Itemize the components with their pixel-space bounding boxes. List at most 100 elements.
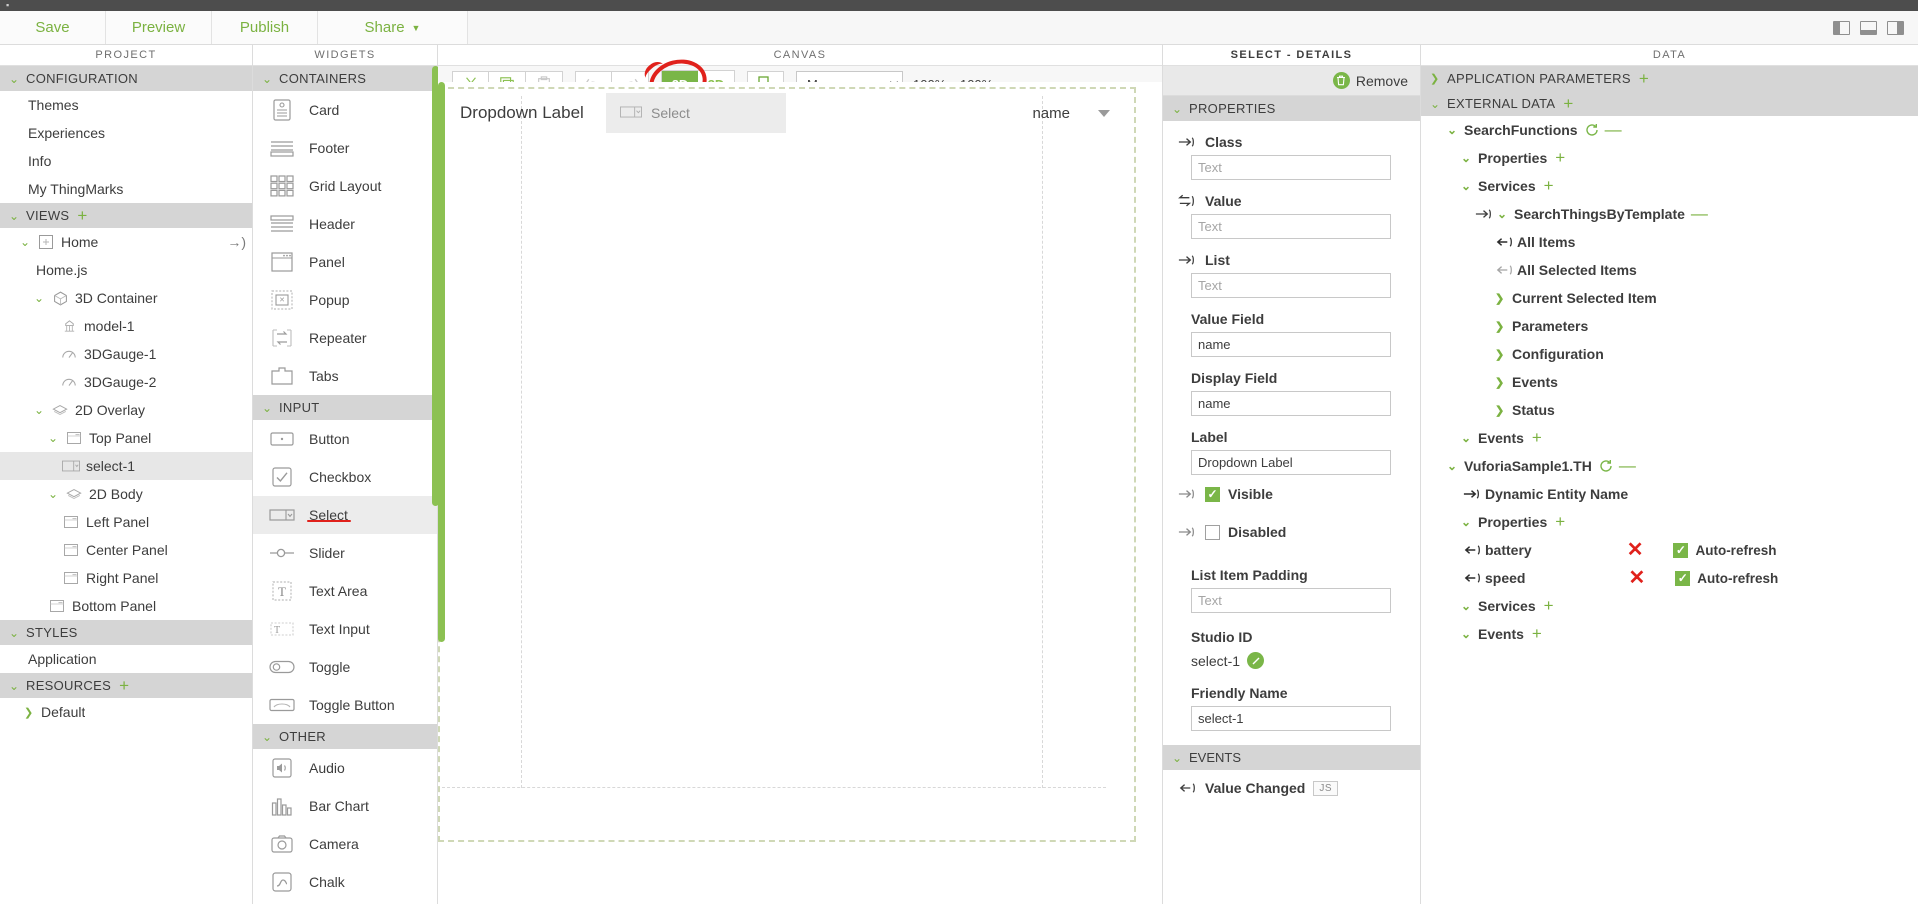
- widget-panel[interactable]: Panel: [253, 243, 437, 281]
- binding-out-icon[interactable]: [1177, 526, 1197, 538]
- data-item-configuration[interactable]: ❯ Configuration: [1421, 340, 1918, 368]
- speed-auto-refresh[interactable]: Auto-refresh: [1675, 570, 1778, 586]
- widget-chalk[interactable]: Chalk: [253, 863, 437, 901]
- tree-item-3d-container[interactable]: ⌄ 3D Container: [0, 284, 252, 312]
- canvas-top-panel[interactable]: Dropdown Label Select name: [442, 91, 1132, 135]
- tree-item-model-1[interactable]: model-1: [0, 312, 252, 340]
- data-item-searchfunctions[interactable]: ⌄ SearchFunctions —: [1421, 116, 1918, 144]
- data-item-battery[interactable]: battery ✕ Auto-refresh: [1421, 536, 1918, 564]
- widget-card[interactable]: Card: [253, 91, 437, 129]
- refresh-icon[interactable]: [1599, 459, 1613, 473]
- edit-icon[interactable]: [1247, 652, 1265, 669]
- visible-checkbox-row[interactable]: Visible: [1163, 475, 1420, 513]
- data-item-vuforiasample1-th[interactable]: ⌄ VuforiaSample1.TH —: [1421, 452, 1918, 480]
- binding-out-icon[interactable]: [1177, 254, 1197, 266]
- canvas-select-value-group[interactable]: name: [1032, 105, 1132, 122]
- binding-in-icon[interactable]: [1177, 782, 1197, 794]
- tree-item-left-panel[interactable]: Left Panel: [0, 508, 252, 536]
- chevron-down-icon[interactable]: ⌄: [1461, 515, 1471, 529]
- add-property-icon[interactable]: +: [1555, 149, 1565, 166]
- list-item-padding-input[interactable]: [1191, 588, 1391, 613]
- data-item-events-sub[interactable]: ❯ Events: [1421, 368, 1918, 396]
- widget-toggle[interactable]: Toggle: [253, 648, 437, 686]
- binding-out-icon[interactable]: [1461, 488, 1481, 500]
- data-item-status[interactable]: ❯ Status: [1421, 396, 1918, 424]
- data-item-services-2[interactable]: ⌄ Services +: [1421, 592, 1918, 620]
- tree-item-center-panel[interactable]: Center Panel: [0, 536, 252, 564]
- tree-item-home-js[interactable]: Home.js: [0, 256, 252, 284]
- section-configuration[interactable]: ⌄ CONFIGURATION: [0, 66, 252, 91]
- widget-header[interactable]: Header: [253, 205, 437, 243]
- section-views[interactable]: ⌄ VIEWS +: [0, 203, 252, 228]
- project-item-my-thingmarks[interactable]: My ThingMarks: [0, 175, 252, 203]
- add-property-icon[interactable]: +: [1555, 513, 1565, 530]
- tree-item-3dgauge-1[interactable]: 3DGauge-1: [0, 340, 252, 368]
- canvas-select-widget[interactable]: Select: [606, 93, 786, 133]
- publish-button[interactable]: Publish: [212, 11, 318, 44]
- data-item-speed[interactable]: speed ✕ Auto-refresh: [1421, 564, 1918, 592]
- widget-select[interactable]: Select: [253, 496, 437, 534]
- tree-item-3dgauge-2[interactable]: 3DGauge-2: [0, 368, 252, 396]
- widget-camera[interactable]: Camera: [253, 825, 437, 863]
- data-item-properties-2[interactable]: ⌄ Properties +: [1421, 508, 1918, 536]
- widget-slider[interactable]: Slider: [253, 534, 437, 572]
- remove-property-icon[interactable]: ✕: [1627, 540, 1644, 560]
- chevron-down-icon[interactable]: ⌄: [34, 403, 44, 417]
- disabled-checkbox[interactable]: [1205, 524, 1220, 540]
- add-application-parameter-icon[interactable]: +: [1639, 70, 1649, 87]
- section-application-parameters[interactable]: ❯ APPLICATION PARAMETERS +: [1421, 66, 1918, 91]
- add-event-icon[interactable]: +: [1532, 625, 1542, 642]
- data-item-all-selected-items[interactable]: All Selected Items: [1421, 256, 1918, 284]
- widget-tabs[interactable]: Tabs: [253, 357, 437, 395]
- tree-item-2d-body[interactable]: ⌄ 2D Body: [0, 480, 252, 508]
- chevron-right-icon[interactable]: ❯: [1495, 404, 1505, 417]
- data-item-parameters[interactable]: ❯ Parameters: [1421, 312, 1918, 340]
- toggle-right-panel-icon[interactable]: [1887, 20, 1904, 35]
- data-item-all-items[interactable]: All Items: [1421, 228, 1918, 256]
- chevron-down-icon[interactable]: ⌄: [20, 235, 30, 249]
- project-item-experiences[interactable]: Experiences: [0, 119, 252, 147]
- chevron-down-icon[interactable]: ⌄: [1461, 151, 1471, 165]
- toggle-bottom-panel-icon[interactable]: [1860, 20, 1877, 35]
- binding-out-icon[interactable]: [1473, 208, 1493, 220]
- remove-entity-icon[interactable]: —: [1605, 121, 1622, 138]
- auto-refresh-checkbox[interactable]: [1673, 542, 1689, 558]
- disabled-checkbox-row[interactable]: Disabled: [1163, 513, 1420, 551]
- project-item-themes[interactable]: Themes: [0, 91, 252, 119]
- widget-group-containers[interactable]: ⌄ CONTAINERS: [253, 66, 437, 91]
- details-scroll[interactable]: ⌄ PROPERTIES Class Value: [1163, 96, 1420, 904]
- tree-item-2d-overlay[interactable]: ⌄ 2D Overlay: [0, 396, 252, 424]
- add-service-icon[interactable]: +: [1544, 177, 1554, 194]
- class-input[interactable]: [1191, 155, 1391, 180]
- save-button[interactable]: Save: [0, 11, 106, 44]
- binding-in-icon[interactable]: [1461, 544, 1481, 556]
- js-tag[interactable]: JS: [1313, 780, 1339, 796]
- widget-grid-layout[interactable]: Grid Layout: [253, 167, 437, 205]
- styles-item-application[interactable]: Application: [0, 645, 252, 673]
- widget-group-other[interactable]: ⌄ OTHER: [253, 724, 437, 749]
- widget-button[interactable]: Button: [253, 420, 437, 458]
- chevron-right-icon[interactable]: ❯: [24, 706, 34, 719]
- resources-item-default[interactable]: ❯ Default: [0, 698, 252, 726]
- tree-item-select-1[interactable]: select-1: [0, 452, 252, 480]
- binding-out-icon[interactable]: [1177, 488, 1197, 500]
- add-service-icon[interactable]: +: [1544, 597, 1554, 614]
- data-item-events-1[interactable]: ⌄ Events +: [1421, 424, 1918, 452]
- chevron-down-icon[interactable]: ⌄: [1497, 207, 1507, 221]
- preview-button[interactable]: Preview: [106, 11, 212, 44]
- widget-text-input[interactable]: T Text Input: [253, 610, 437, 648]
- widget-footer[interactable]: Footer: [253, 129, 437, 167]
- remove-entity-icon[interactable]: —: [1619, 457, 1636, 474]
- chevron-right-icon[interactable]: ❯: [1495, 292, 1505, 305]
- section-resources[interactable]: ⌄ RESOURCES +: [0, 673, 252, 698]
- data-item-events-2[interactable]: ⌄ Events +: [1421, 620, 1918, 648]
- chevron-right-icon[interactable]: ❯: [1495, 376, 1505, 389]
- data-item-services-1[interactable]: ⌄ Services +: [1421, 172, 1918, 200]
- section-properties[interactable]: ⌄ PROPERTIES: [1163, 96, 1420, 121]
- widget-group-input[interactable]: ⌄ INPUT: [253, 395, 437, 420]
- widget-checkbox[interactable]: Checkbox: [253, 458, 437, 496]
- tree-item-bottom-panel[interactable]: Bottom Panel: [0, 592, 252, 620]
- chevron-down-icon[interactable]: ⌄: [48, 431, 58, 445]
- event-value-changed-row[interactable]: Value Changed JS: [1163, 770, 1420, 806]
- chevron-right-icon[interactable]: ❯: [1495, 348, 1505, 361]
